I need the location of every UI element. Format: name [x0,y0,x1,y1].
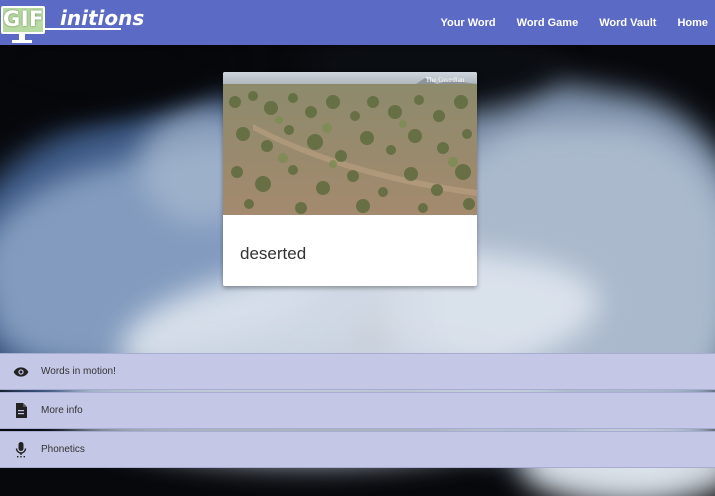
logo-suffix-text: initions [60,6,145,30]
nav-your-word[interactable]: Your Word [440,17,495,29]
microphone-icon [13,441,29,458]
nav-home[interactable]: Home [677,17,708,29]
gifinitions-logo[interactable]: GIF initions [0,0,144,45]
eye-icon [13,364,29,380]
word-sections-list: Words in motion! More info Phonetics [0,353,715,470]
section-words-in-motion[interactable]: Words in motion! [0,353,715,390]
nav-links: Your Word Word Game Word Vault Home [440,0,708,45]
word-card[interactable]: The Guardian deserted [223,72,477,286]
section-label: Phonetics [41,444,85,455]
section-label: Words in motion! [41,366,116,377]
section-phonetics[interactable]: Phonetics [0,431,715,468]
word-gif-image: The Guardian [223,72,477,215]
document-icon [13,403,29,419]
gif-watermark: The Guardian [426,76,465,84]
section-label: More info [41,405,83,416]
word-title: deserted [240,244,307,263]
nav-word-vault[interactable]: Word Vault [599,17,656,29]
section-more-info[interactable]: More info [0,392,715,429]
nav-word-game[interactable]: Word Game [517,17,579,29]
top-navbar: GIF initions Your Word Word Game Word Va… [0,0,715,45]
logo-gif-text: GIF [3,7,44,31]
